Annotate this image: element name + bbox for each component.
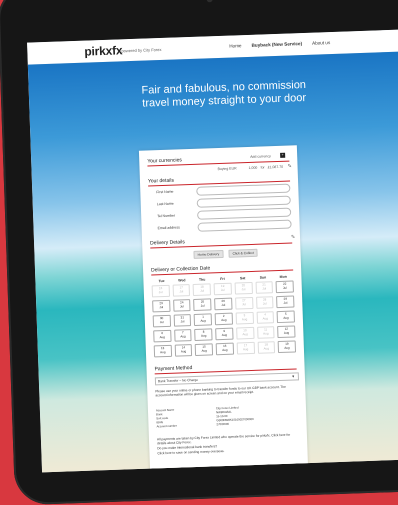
nav-home[interactable]: Home [229, 43, 241, 48]
bank-details: Account Name City Forex Limited Bank NWBKG… [156, 403, 297, 428]
day-wed: Wed [178, 278, 186, 283]
calendar-day[interactable]: 17 Aug [236, 341, 255, 355]
first-name-label: First Name [156, 189, 174, 195]
calendar-day[interactable]: 15 Aug [195, 343, 214, 356]
delivery-edit-icon[interactable]: ✎ [291, 234, 295, 240]
calendar-day[interactable]: 10 Aug [235, 326, 255, 340]
payment-selected: Bank Transfer – No Charge [157, 377, 199, 384]
last-name-label: Last Name [156, 201, 174, 207]
edit-icon[interactable]: ✎ [287, 163, 291, 169]
calendar-day[interactable]: 19 Jul [213, 282, 232, 296]
date-calendar: Tue Wed Thu Fri Sat Sun Mon 16 Jul 17 Jul 18… [151, 274, 297, 358]
day-tue: Tue [158, 278, 165, 284]
for-label: for [260, 165, 265, 170]
calendar-day[interactable]: 9 Aug [215, 327, 234, 341]
calendar-day[interactable]: 12 Aug [277, 325, 296, 339]
calendar-day[interactable]: 16 Jul [151, 284, 170, 298]
dropdown-caret-icon: ▼ [291, 374, 295, 379]
calendar-grid: 16 Jul 17 Jul 18 Jul 19 Jul 20 Jul 21 Jul 22 Jul 23 Jul… [151, 280, 297, 358]
calendar-day[interactable]: 25 Jul [193, 298, 212, 311]
tablet-frame: pirkxfx powered by City Forex Home Buyba… [0, 0, 398, 505]
hero-title: Fair and fabulous, no commission travel … [29, 75, 398, 115]
calendar-day[interactable]: 14 Aug [174, 344, 193, 357]
calendar-day[interactable]: 1 Aug [194, 313, 213, 326]
calendar-day[interactable]: 30 Jul [152, 314, 171, 328]
calendar-day[interactable]: 20 Jul [234, 281, 253, 295]
calendar-day[interactable]: 2 Aug [214, 312, 233, 326]
calendar-day[interactable]: 28 Jul [255, 296, 274, 309]
first-name-input[interactable] [196, 183, 291, 196]
email-input[interactable] [197, 219, 292, 232]
logo[interactable]: pirkxfx [84, 43, 122, 58]
delivery-title: Delivery Details [150, 235, 293, 249]
home-delivery-button[interactable]: Home Delivery [193, 249, 224, 259]
day-thu: Thu [198, 277, 206, 282]
calendar-day[interactable]: 29 Jul [276, 295, 295, 309]
day-sun: Sun [259, 275, 267, 280]
day-mon: Mon [279, 274, 287, 279]
calendar-day[interactable]: 31 Jul [173, 314, 192, 327]
calendar-day[interactable]: 19 Aug [277, 340, 297, 354]
calendar-day[interactable]: 27 Jul [234, 296, 254, 310]
order-form: Your currencies Add currency + Buying EU… [138, 145, 308, 471]
tablet-screen: pirkxfx powered by City Forex Home Buyba… [27, 29, 398, 473]
calendar-day[interactable]: 22 Jul [275, 280, 294, 294]
click-collect-button[interactable]: Click & Collect [228, 248, 258, 258]
last-name-input[interactable] [196, 195, 291, 208]
calendar-title: Delivery or Collection Date [150, 262, 294, 276]
tel-input[interactable] [197, 207, 292, 220]
hero-background: Fair and fabulous, no commission travel … [27, 51, 398, 473]
day-sat: Sat [239, 276, 246, 281]
calendar-day[interactable]: 6 Aug [153, 329, 172, 343]
calendar-day[interactable]: 24 Jul [172, 299, 191, 312]
calendar-day[interactable]: 11 Aug [256, 326, 275, 339]
add-currency-icon[interactable]: + [280, 152, 286, 158]
calendar-day[interactable]: 4 Aug [256, 311, 275, 324]
buying-label: Buying EUR [217, 166, 237, 172]
day-fri: Fri [220, 276, 225, 282]
payment-select[interactable]: Bank Transfer – No Charge ▼ [154, 372, 300, 386]
email-label: Email address [157, 225, 180, 231]
payment-notice: Please use your online or phone banking … [155, 384, 286, 398]
tel-label: Tel Number [157, 213, 176, 219]
calendar-day[interactable]: 8 Aug [194, 328, 213, 341]
calendar-day[interactable]: 23 Jul [152, 299, 171, 313]
camera-dot [206, 0, 213, 3]
calendar-day[interactable]: 26 Jul [214, 297, 233, 311]
nav-about[interactable]: About us [312, 40, 330, 46]
calendar-day[interactable]: 18 Aug [257, 341, 276, 354]
buying-cost: £1,087.70 [267, 164, 284, 170]
calendar-day[interactable]: 7 Aug [173, 329, 193, 342]
calendar-day[interactable]: 21 Jul [255, 281, 274, 294]
calendar-day[interactable]: 17 Jul [172, 284, 191, 297]
calendar-day[interactable]: 13 Aug [153, 344, 172, 358]
calendar-day[interactable]: 3 Aug [235, 311, 254, 325]
nav-buyback[interactable]: Buyback (New Service) [251, 41, 302, 48]
powered-by: powered by City Forex [121, 46, 162, 54]
add-currency-label[interactable]: Add currency [250, 154, 271, 159]
buying-amount: 1,000 [248, 165, 258, 170]
calendar-day[interactable]: 18 Jul [193, 283, 212, 296]
nav-links: Home Buyback (New Service) About us [229, 40, 330, 49]
calendar-day[interactable]: 16 Aug [215, 342, 234, 356]
calendar-day[interactable]: 5 Aug [276, 310, 295, 324]
